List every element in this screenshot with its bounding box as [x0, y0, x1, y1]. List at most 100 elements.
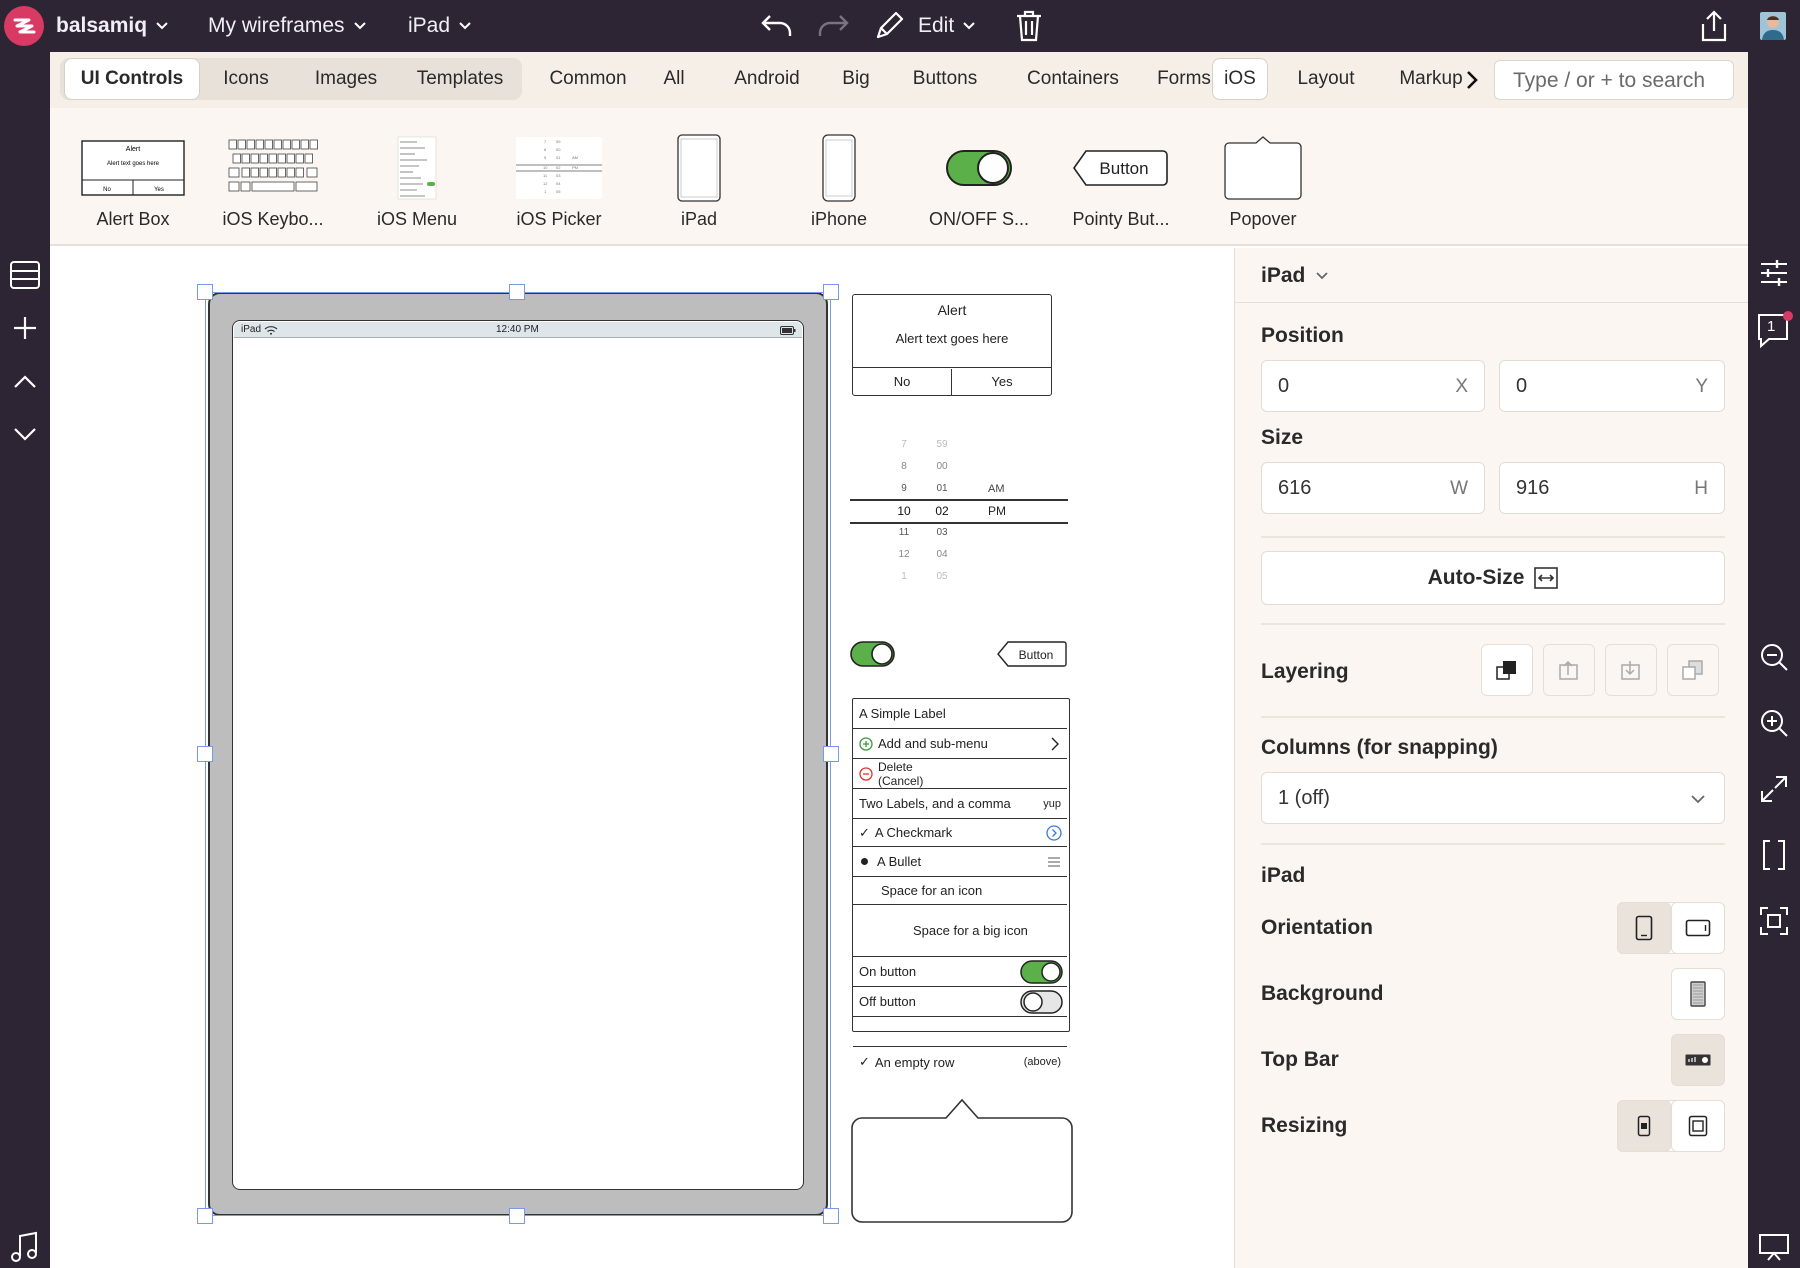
component-label: Alert Box: [96, 209, 170, 229]
share-icon[interactable]: [1696, 6, 1732, 46]
music-note-icon[interactable]: [6, 1228, 44, 1266]
component-ios-keyboard[interactable]: iOS Keybo...: [208, 132, 338, 242]
presentation-icon[interactable]: [1755, 1228, 1793, 1266]
menu-row[interactable]: On button: [853, 957, 1067, 987]
fit-to-screen-icon[interactable]: [1755, 902, 1793, 940]
category-containers[interactable]: Containers: [996, 58, 1150, 100]
add-icon[interactable]: [6, 310, 44, 346]
zoom-in-icon[interactable]: [1755, 704, 1793, 742]
toggle-on-icon[interactable]: [1020, 959, 1064, 985]
component-popover[interactable]: Popover: [1198, 132, 1328, 242]
menu-row[interactable]: Add and sub-menu: [853, 729, 1067, 759]
tab-icons[interactable]: Icons: [202, 58, 290, 100]
landscape-button[interactable]: [1671, 902, 1725, 954]
background-button[interactable]: [1671, 968, 1725, 1020]
menu-row[interactable]: Delete (Cancel): [853, 759, 1067, 789]
picker-minute-value: 05: [936, 571, 948, 582]
component-iphone[interactable]: iPhone: [774, 132, 904, 242]
chevron-down-icon[interactable]: [6, 416, 44, 452]
document-menu[interactable]: iPad: [408, 0, 472, 52]
zoom-out-icon[interactable]: [1755, 638, 1793, 676]
auto-size-button[interactable]: Auto-Size: [1261, 551, 1725, 605]
popover-widget[interactable]: [850, 1096, 1076, 1226]
ios-menu-widget[interactable]: A Simple Label Add and sub-menu Delete (C…: [852, 698, 1070, 1070]
project-menu[interactable]: My wireframes: [208, 0, 367, 52]
balsamiq-logo-icon[interactable]: [4, 6, 44, 46]
menu-row[interactable]: A Simple Label: [853, 699, 1067, 729]
menu-row[interactable]: [853, 1017, 1067, 1047]
layers-list-icon[interactable]: [6, 257, 44, 293]
category-all[interactable]: All: [646, 58, 702, 100]
category-ios[interactable]: iOS: [1212, 58, 1268, 100]
ios-picker-widget[interactable]: 7 8 9 10 11 12 1 59 00 01 02 03 04 05 AM PM: [850, 434, 1070, 584]
menu-row[interactable]: Space for a big icon: [853, 905, 1067, 957]
tab-ui-controls[interactable]: UI Controls: [64, 58, 200, 100]
position-x-field[interactable]: 0X: [1261, 360, 1485, 412]
app-menu[interactable]: balsamiq: [56, 0, 169, 52]
resize-fit-button[interactable]: [1671, 1100, 1725, 1152]
portrait-button[interactable]: [1617, 902, 1671, 954]
menu-row[interactable]: ✓ An empty row (above): [853, 1047, 1067, 1077]
menu-row[interactable]: A Bullet: [853, 847, 1067, 877]
edit-mode-menu[interactable]: Edit: [872, 0, 976, 52]
send-to-back-button[interactable]: [1667, 644, 1719, 696]
component-ios-picker[interactable]: 7 8 9 10 11 12 1 59 00 01 02 03 04 05 AM PM iOS Picker: [494, 132, 624, 242]
library-search-input[interactable]: Type / or + to search: [1494, 60, 1734, 100]
resize-handle[interactable]: [509, 1208, 525, 1224]
bring-forward-button[interactable]: [1543, 644, 1595, 696]
menu-row[interactable]: Off button: [853, 987, 1067, 1017]
category-layout[interactable]: Layout: [1286, 58, 1366, 100]
tab-images[interactable]: Images: [294, 58, 398, 100]
picker-minute-value: 00: [936, 461, 948, 472]
width-field[interactable]: 616 W: [1261, 462, 1485, 514]
alert-yes-button[interactable]: Yes: [953, 369, 1051, 395]
brackets-icon[interactable]: [1755, 836, 1793, 874]
resize-handle[interactable]: [509, 284, 525, 300]
component-pointy-button[interactable]: Button Pointy But...: [1056, 132, 1186, 242]
resize-handle[interactable]: [197, 284, 213, 300]
menu-row[interactable]: Space for an icon: [853, 877, 1067, 905]
category-android[interactable]: Android: [714, 58, 820, 100]
resize-handle[interactable]: [823, 1208, 839, 1224]
top-bar-button[interactable]: [1671, 1034, 1725, 1086]
menu-row[interactable]: Two Labels, and a comma yup: [853, 789, 1067, 819]
resize-handle[interactable]: [197, 746, 213, 762]
alert-box-widget[interactable]: Alert Alert text goes here No Yes: [852, 294, 1052, 396]
component-on-off-switch[interactable]: ON/OFF S...: [914, 132, 1044, 242]
columns-select[interactable]: 1 (off): [1261, 772, 1725, 824]
alert-no-button[interactable]: No: [853, 369, 952, 395]
comments-icon[interactable]: 1: [1754, 310, 1794, 352]
menu-row[interactable]: ✓ A Checkmark: [853, 819, 1067, 847]
resize-handle[interactable]: [197, 1208, 213, 1224]
category-buttons[interactable]: Buttons: [890, 58, 1000, 100]
chevron-right-icon[interactable]: [1462, 66, 1482, 94]
resize-scale-button[interactable]: [1617, 1100, 1671, 1152]
trash-icon[interactable]: [1012, 8, 1046, 44]
undo-icon[interactable]: [758, 8, 796, 44]
component-ios-menu[interactable]: iOS Menu: [352, 132, 482, 242]
status-bar-icon: [1685, 1054, 1711, 1066]
height-field[interactable]: 916 H: [1499, 462, 1725, 514]
chevron-up-icon[interactable]: [6, 364, 44, 400]
inspector-title[interactable]: iPad: [1261, 264, 1329, 288]
toggle-off-icon[interactable]: [1020, 989, 1064, 1015]
component-alert-box[interactable]: Alert Alert text goes here No Yes Alert Box: [68, 132, 198, 242]
category-big[interactable]: Big: [828, 58, 884, 100]
position-y-field[interactable]: 0Y: [1499, 360, 1725, 412]
tab-templates[interactable]: Templates: [402, 58, 518, 100]
component-ipad[interactable]: iPad: [634, 132, 764, 242]
resize-handle[interactable]: [823, 284, 839, 300]
on-off-switch-widget[interactable]: [850, 640, 896, 668]
svg-text:No: No: [103, 187, 111, 193]
layering-label: Layering: [1261, 660, 1349, 683]
fullscreen-icon[interactable]: [1755, 770, 1793, 808]
category-common[interactable]: Common: [538, 58, 638, 100]
user-avatar[interactable]: [1760, 12, 1786, 40]
send-backward-button[interactable]: [1605, 644, 1657, 696]
pointy-button-widget[interactable]: Button: [996, 640, 1068, 668]
bring-to-front-button[interactable]: [1481, 644, 1533, 696]
wireframe-canvas[interactable]: iPad 12:40 PM Alert Alert text goes here…: [50, 248, 1234, 1268]
sliders-icon[interactable]: [1755, 254, 1793, 292]
resize-handle[interactable]: [823, 746, 839, 762]
redo-icon[interactable]: [814, 8, 852, 44]
